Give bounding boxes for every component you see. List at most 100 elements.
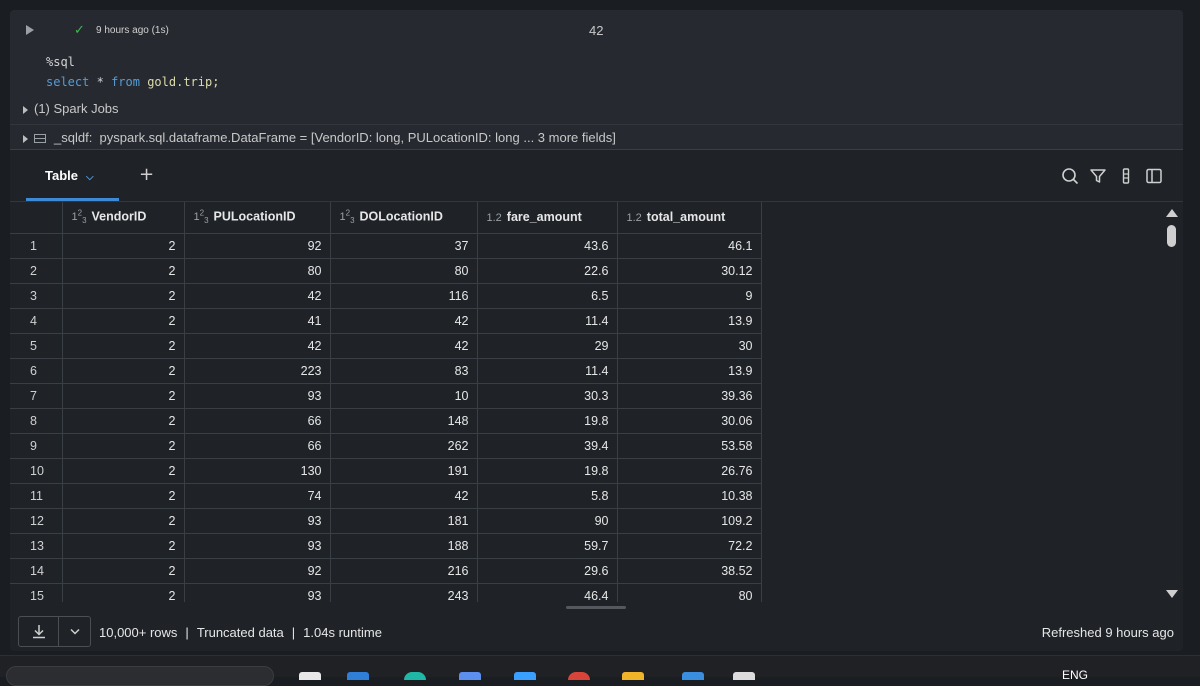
table-cell[interactable]: 2 xyxy=(62,458,185,484)
table-cell[interactable]: 6.5 xyxy=(477,283,618,309)
table-cell[interactable]: 5.8 xyxy=(477,483,618,509)
taskbar-app-icon[interactable] xyxy=(404,672,426,680)
table-cell[interactable]: 80 xyxy=(184,258,331,284)
table-cell[interactable]: 2 xyxy=(62,233,185,259)
column-options-icon[interactable] xyxy=(1117,167,1135,185)
add-visualization-button[interactable]: + xyxy=(139,164,154,185)
table-cell[interactable]: 30.3 xyxy=(477,383,618,409)
table-cell[interactable]: 243 xyxy=(330,583,478,602)
table-cell[interactable]: 93 xyxy=(184,533,331,559)
table-cell[interactable]: 46.4 xyxy=(477,583,618,602)
table-cell[interactable]: 10 xyxy=(330,383,478,409)
table-cell[interactable]: 2 xyxy=(62,433,185,459)
table-cell[interactable]: 191 xyxy=(330,458,478,484)
search-icon[interactable] xyxy=(1061,167,1079,185)
table-cell[interactable]: 92 xyxy=(184,558,331,584)
table-cell[interactable]: 11.4 xyxy=(477,358,618,384)
table-cell[interactable]: 30.06 xyxy=(617,408,762,434)
table-cell[interactable]: 11.4 xyxy=(477,308,618,334)
table-cell[interactable]: 93 xyxy=(184,383,331,409)
table-cell[interactable]: 262 xyxy=(330,433,478,459)
table-row[interactable]: 2 2 80 80 22.6 30.12 xyxy=(10,258,762,284)
table-cell[interactable]: 80 xyxy=(617,583,762,602)
table-cell[interactable]: 223 xyxy=(184,358,331,384)
taskbar-app-icon[interactable] xyxy=(459,672,481,680)
table-cell[interactable]: 42 xyxy=(330,483,478,509)
table-cell[interactable]: 41 xyxy=(184,308,331,334)
table-cell[interactable]: 66 xyxy=(184,433,331,459)
folder-icon[interactable] xyxy=(622,672,644,680)
table-cell[interactable]: 59.7 xyxy=(477,533,618,559)
table-cell[interactable]: 10.38 xyxy=(617,483,762,509)
taskbar-app-icon[interactable] xyxy=(733,672,755,680)
table-cell[interactable]: 93 xyxy=(184,508,331,534)
download-button[interactable] xyxy=(19,617,59,646)
table-row[interactable]: 7 2 93 10 30.3 39.36 xyxy=(10,383,762,409)
table-cell[interactable]: 2 xyxy=(62,358,185,384)
table-row[interactable]: 12 2 93 181 90 109.2 xyxy=(10,508,762,534)
table-cell[interactable]: 38.52 xyxy=(617,558,762,584)
table-cell[interactable]: 2 xyxy=(62,508,185,534)
table-cell[interactable]: 26.76 xyxy=(617,458,762,484)
table-cell[interactable]: 181 xyxy=(330,508,478,534)
table-cell[interactable]: 2 xyxy=(62,533,185,559)
table-row[interactable]: 4 2 41 42 11.4 13.9 xyxy=(10,308,762,334)
table-cell[interactable]: 90 xyxy=(477,508,618,534)
table-cell[interactable]: 93 xyxy=(184,583,331,602)
table-cell[interactable]: 43.6 xyxy=(477,233,618,259)
spark-jobs-toggle[interactable]: (1) Spark Jobs xyxy=(23,101,119,116)
dataframe-info[interactable]: _sqldf: pyspark.sql.dataframe.DataFrame … xyxy=(10,124,1183,150)
table-cell[interactable]: 66 xyxy=(184,408,331,434)
table-row[interactable]: 10 2 130 191 19.8 26.76 xyxy=(10,458,762,484)
table-cell[interactable]: 2 xyxy=(62,383,185,409)
table-cell[interactable]: 39.36 xyxy=(617,383,762,409)
table-cell[interactable]: 2 xyxy=(62,408,185,434)
table-cell[interactable]: 29 xyxy=(477,333,618,359)
table-cell[interactable]: 53.58 xyxy=(617,433,762,459)
table-cell[interactable]: 74 xyxy=(184,483,331,509)
vertical-scrollbar[interactable] xyxy=(1164,205,1180,600)
table-cell[interactable]: 216 xyxy=(330,558,478,584)
table-cell[interactable]: 2 xyxy=(62,558,185,584)
table-cell[interactable]: 148 xyxy=(330,408,478,434)
taskbar-search[interactable] xyxy=(6,666,274,686)
taskbar-app-icon[interactable] xyxy=(568,672,590,680)
table-cell[interactable]: 42 xyxy=(184,333,331,359)
table-cell[interactable]: 30.12 xyxy=(617,258,762,284)
column-header[interactable]: 123 PULocationID xyxy=(184,202,331,234)
table-cell[interactable]: 2 xyxy=(62,308,185,334)
chevron-down-icon[interactable]: ⌵ xyxy=(86,172,94,183)
table-cell[interactable]: 37 xyxy=(330,233,478,259)
table-row[interactable]: 3 2 42 116 6.5 9 xyxy=(10,283,762,309)
table-row[interactable]: 9 2 66 262 39.4 53.58 xyxy=(10,433,762,459)
taskbar-app-icon[interactable] xyxy=(299,672,321,680)
table-cell[interactable]: 22.6 xyxy=(477,258,618,284)
table-row[interactable]: 15 2 93 243 46.4 80 xyxy=(10,583,762,602)
table-cell[interactable]: 42 xyxy=(330,333,478,359)
table-cell[interactable]: 30 xyxy=(617,333,762,359)
table-row[interactable]: 5 2 42 42 29 30 xyxy=(10,333,762,359)
column-header[interactable]: 123 VendorID xyxy=(62,202,185,234)
table-cell[interactable]: 188 xyxy=(330,533,478,559)
run-cell-button[interactable] xyxy=(24,24,36,36)
scroll-up-icon[interactable] xyxy=(1166,209,1178,217)
table-cell[interactable]: 42 xyxy=(330,308,478,334)
scroll-down-icon[interactable] xyxy=(1166,590,1178,598)
table-cell[interactable]: 130 xyxy=(184,458,331,484)
scroll-thumb[interactable] xyxy=(1167,225,1176,247)
table-cell[interactable]: 2 xyxy=(62,333,185,359)
table-row[interactable]: 14 2 92 216 29.6 38.52 xyxy=(10,558,762,584)
table-cell[interactable]: 39.4 xyxy=(477,433,618,459)
filter-icon[interactable] xyxy=(1089,167,1107,185)
table-cell[interactable]: 46.1 xyxy=(617,233,762,259)
table-cell[interactable]: 2 xyxy=(62,583,185,602)
language-indicator[interactable]: ENG xyxy=(1062,668,1088,682)
table-cell[interactable]: 29.6 xyxy=(477,558,618,584)
taskbar-app-icon[interactable] xyxy=(347,672,369,680)
table-row[interactable]: 13 2 93 188 59.7 72.2 xyxy=(10,533,762,559)
download-options-button[interactable] xyxy=(59,617,91,646)
table-cell[interactable]: 92 xyxy=(184,233,331,259)
table-cell[interactable]: 83 xyxy=(330,358,478,384)
table-cell[interactable]: 109.2 xyxy=(617,508,762,534)
results-grid[interactable]: 123 VendorID 123 PULocationID 123 DOLocationI… xyxy=(10,202,1183,602)
